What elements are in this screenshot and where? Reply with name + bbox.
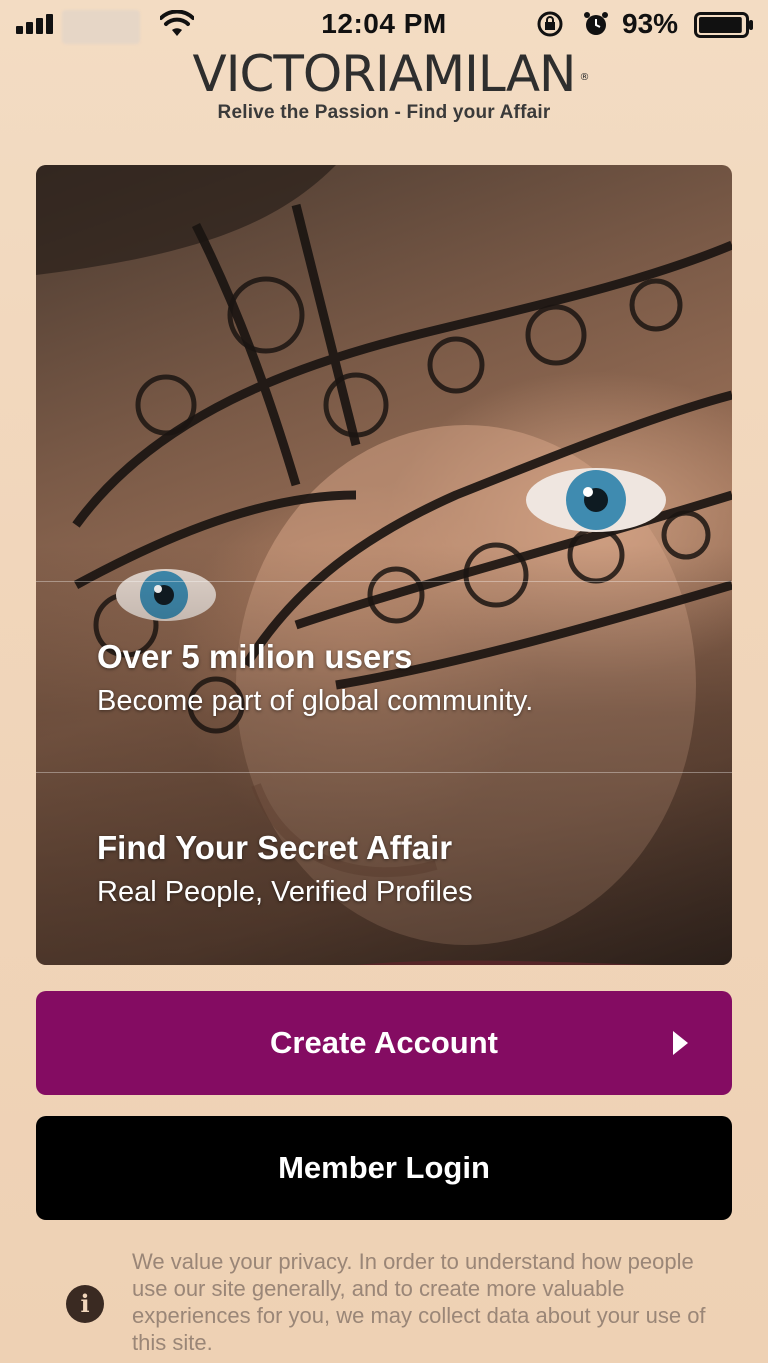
feature-subtitle: Become part of global community. <box>97 685 534 717</box>
battery-percentage: 93% <box>622 8 679 39</box>
feature-title: Over 5 million users <box>97 638 413 675</box>
orientation-lock-icon <box>537 11 563 37</box>
hero-divider <box>36 581 732 582</box>
feature-subtitle: Real People, Verified Profiles <box>97 876 473 908</box>
info-icon[interactable]: i <box>66 1285 104 1323</box>
registered-mark: ® <box>579 72 590 83</box>
create-account-label: Create Account <box>270 1025 498 1060</box>
chevron-right-icon <box>673 1031 688 1055</box>
feature-secret-affair: Find Your Secret Affair Real People, Ver… <box>97 828 473 910</box>
create-account-button[interactable]: Create Account <box>36 991 732 1095</box>
logo-wordmark: VICTORIAMILAN ® <box>192 44 590 104</box>
member-login-label: Member Login <box>278 1150 490 1185</box>
feature-users: Over 5 million users Become part of glob… <box>97 637 533 719</box>
hero-image-card: Over 5 million users Become part of glob… <box>36 165 732 965</box>
feature-title: Find Your Secret Affair <box>97 829 453 866</box>
hero-divider <box>36 772 732 773</box>
brand-tagline: Relive the Passion - Find your Affair <box>217 102 551 123</box>
status-bar: 12:04 PM 93% <box>0 0 768 50</box>
alarm-clock-icon <box>584 12 608 35</box>
battery-icon <box>694 12 753 38</box>
logo-text: VICTORIAMILAN <box>192 45 577 103</box>
brand-logo: VICTORIAMILAN ® Relive the Passion - Fin… <box>0 44 768 124</box>
member-login-button[interactable]: Member Login <box>36 1116 732 1220</box>
privacy-notice: We value your privacy. In order to under… <box>132 1249 706 1355</box>
